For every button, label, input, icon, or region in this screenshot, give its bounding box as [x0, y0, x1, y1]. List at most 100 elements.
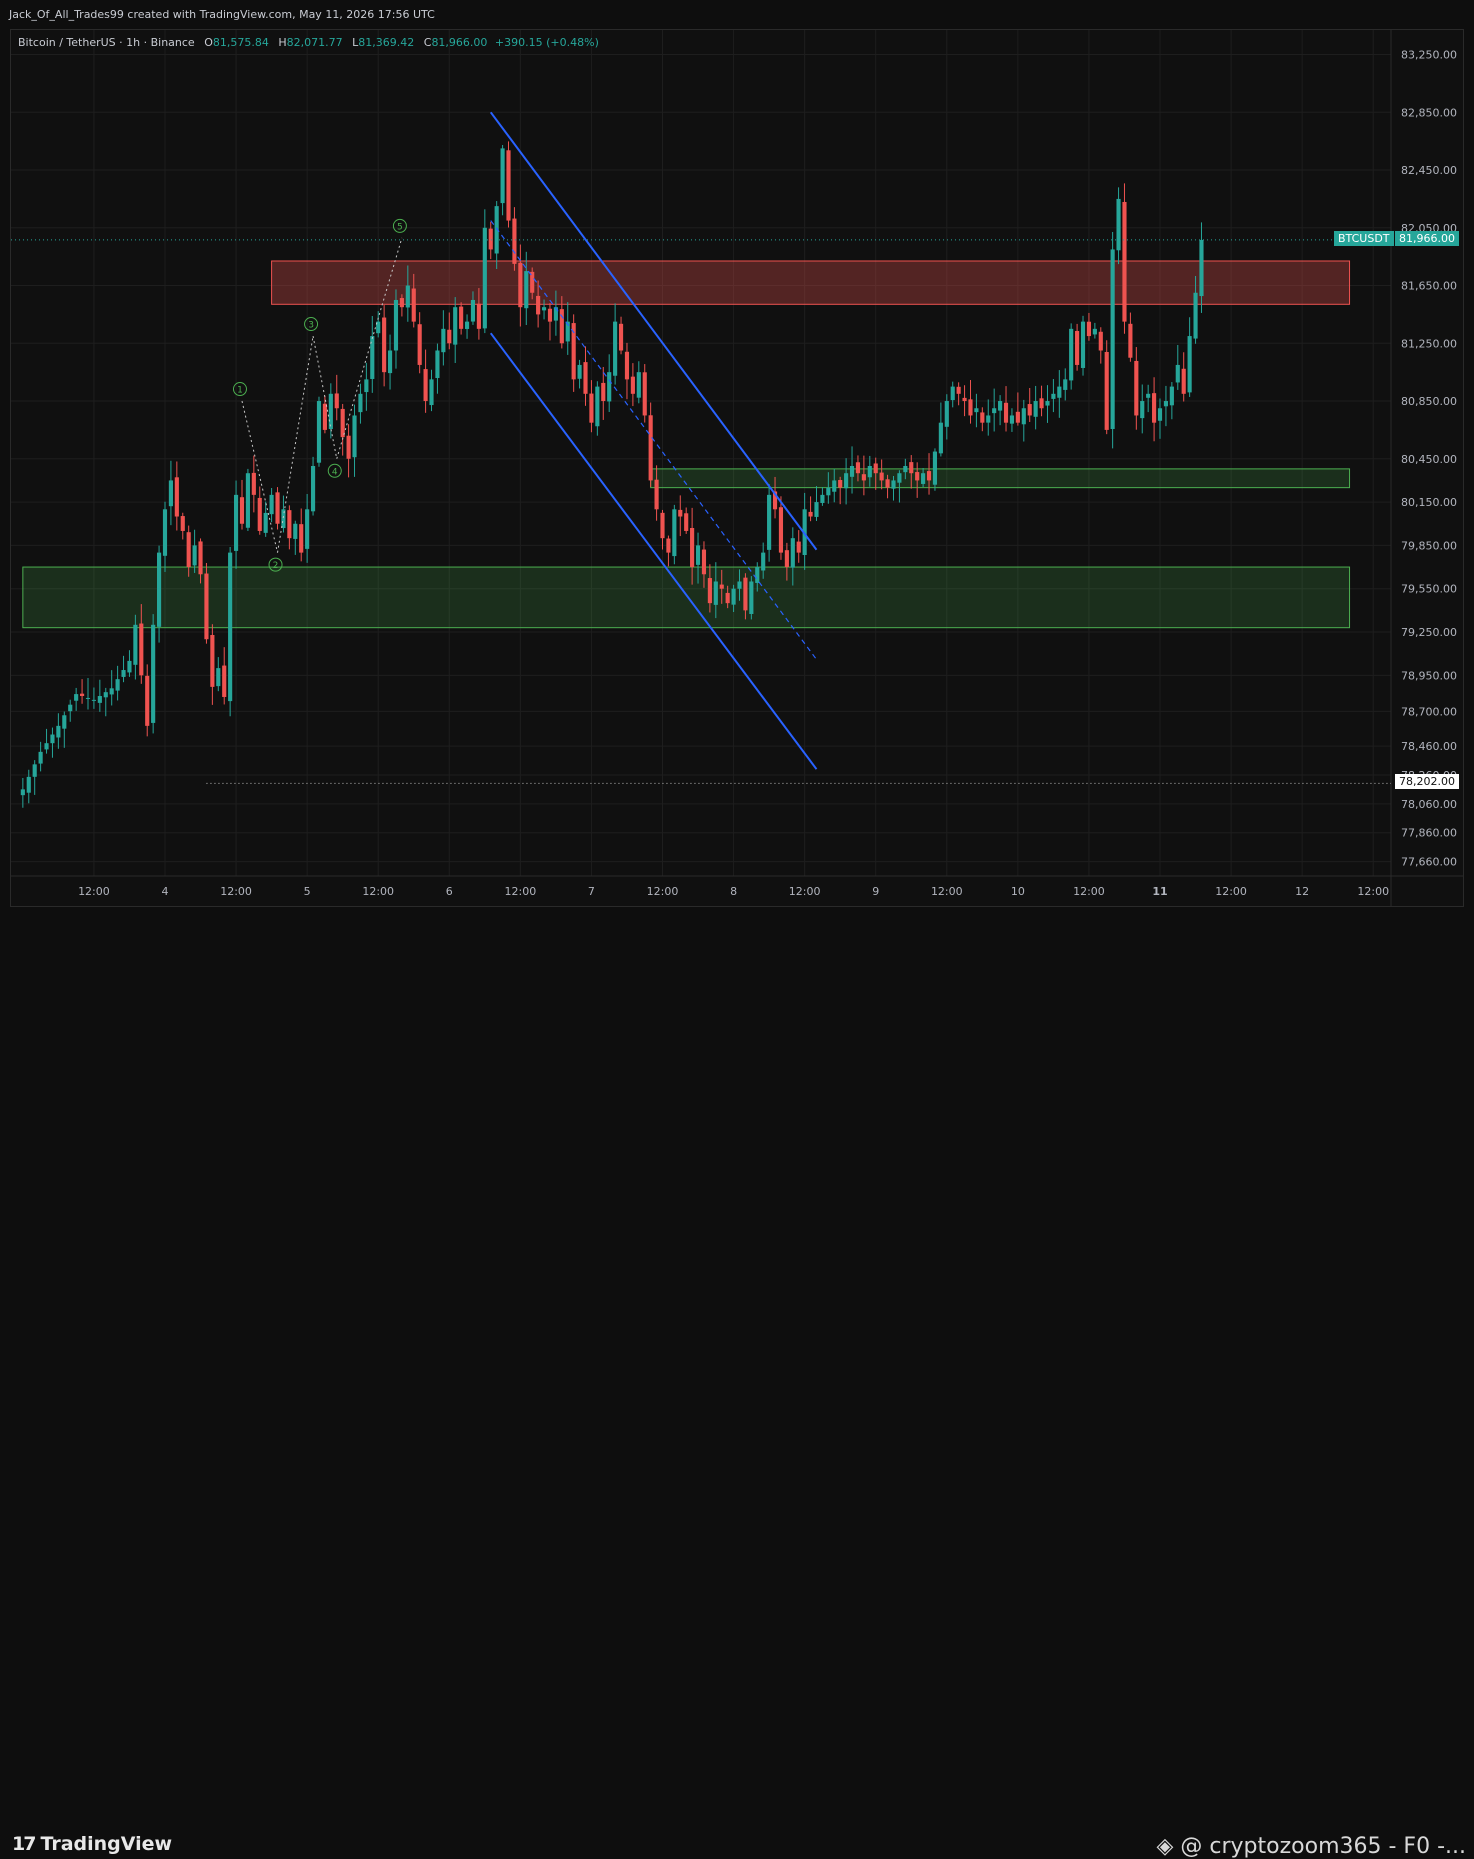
candle-body — [263, 512, 268, 533]
candle-body — [838, 480, 843, 488]
candle-body — [470, 299, 476, 322]
candle-body — [1039, 398, 1044, 409]
candle-body — [1199, 239, 1204, 297]
low-price-tag: 78,202.00 — [1395, 774, 1459, 790]
candle-body — [672, 509, 677, 557]
candle-body — [968, 399, 973, 416]
candle-body — [56, 725, 61, 738]
candle-body — [903, 465, 908, 473]
candle-body — [133, 624, 138, 665]
price-tick-label: 80,150.00 — [1401, 496, 1457, 509]
candle-body — [305, 509, 310, 549]
candle-body — [808, 511, 813, 517]
zone-support-minor — [650, 468, 1351, 489]
candle-body — [1175, 364, 1180, 383]
time-tick-label: 12:00 — [362, 885, 394, 898]
candle-body — [1163, 401, 1169, 407]
tradingview-logo-icon: 17 — [12, 1833, 36, 1855]
time-tick-label: 7 — [588, 885, 595, 898]
candle-body — [68, 704, 73, 712]
zone-resistance — [271, 260, 1351, 305]
candle-body — [429, 379, 434, 406]
candle-body — [642, 372, 647, 416]
candle-body — [74, 694, 79, 701]
candle-body — [690, 528, 695, 568]
candle-body — [488, 228, 493, 250]
wave-label-4: 4 — [332, 467, 338, 477]
candle-body — [275, 492, 280, 524]
candle-body — [849, 465, 855, 477]
candle-body — [784, 550, 789, 568]
price-tick-label: 80,450.00 — [1401, 453, 1457, 466]
candle-body — [151, 624, 156, 723]
time-tick-label: 4 — [161, 885, 168, 898]
candle-body — [287, 510, 292, 539]
candle-body — [1122, 201, 1127, 322]
change-value: +390.15 (+0.48%) — [494, 36, 599, 49]
candle-body — [1015, 411, 1020, 423]
candle-body — [423, 369, 428, 402]
candle-body — [50, 734, 55, 744]
top-bar: Jack_Of_All_Trades99 created with Tradin… — [0, 0, 1474, 30]
candle-body — [743, 577, 748, 611]
candle-body — [909, 462, 914, 474]
candle-body — [281, 509, 286, 529]
attribution-text: Jack_Of_All_Trades99 created with Tradin… — [9, 8, 435, 21]
candle-body — [506, 150, 511, 221]
candle-body — [950, 386, 955, 401]
candle-body — [222, 665, 227, 697]
candle-body — [1069, 328, 1074, 381]
open-label: O — [204, 36, 213, 49]
price-tick-label: 79,850.00 — [1401, 539, 1457, 552]
candle-body — [38, 751, 43, 764]
candle-body — [873, 463, 878, 474]
candle-body — [1128, 323, 1133, 358]
tradingview-logo[interactable]: 17 TradingView — [12, 1833, 172, 1855]
channel-lower-line — [489, 332, 818, 770]
candle-body — [121, 670, 126, 677]
candle-body — [1051, 393, 1056, 399]
price-tick-label: 81,250.00 — [1401, 337, 1457, 350]
price-tick-label: 78,060.00 — [1401, 798, 1457, 811]
candle-body — [1146, 393, 1151, 398]
candle-body — [139, 623, 144, 676]
candle-body — [926, 471, 932, 481]
candle-body — [239, 497, 245, 524]
candle-body — [447, 329, 452, 344]
time-tick-label: 12:00 — [931, 885, 963, 898]
candle-body — [435, 350, 440, 379]
candle-body — [1021, 408, 1026, 425]
candle-body — [719, 584, 724, 589]
candle-body — [607, 372, 612, 402]
candle-body — [1045, 401, 1050, 406]
candle-body — [867, 465, 872, 478]
candle-body — [358, 393, 363, 413]
candle-body — [684, 513, 689, 531]
chart-panel[interactable]: 1 2 3 4 5 83,250.00 82,850.00 82,450.00 82,050.0… — [10, 29, 1464, 907]
candlestick-chart[interactable]: 1234583,250.0082,850.0082,450.0082,050.0… — [11, 30, 1463, 906]
price-tick-label: 80,850.00 — [1401, 395, 1457, 408]
candle-body — [228, 552, 233, 702]
candle-body — [1193, 292, 1198, 339]
time-tick-label: 12:00 — [78, 885, 110, 898]
candle-body — [204, 573, 209, 640]
time-tick-label: 12:00 — [1357, 885, 1389, 898]
candle-body — [91, 699, 96, 701]
candle-body — [334, 393, 339, 409]
candle-body — [755, 567, 760, 583]
candle-body — [956, 386, 961, 394]
candle-body — [1157, 408, 1163, 421]
candle-body — [85, 697, 91, 699]
candle-body — [636, 372, 641, 398]
price-tick-label: 78,460.00 — [1401, 740, 1457, 753]
candle-body — [713, 581, 718, 605]
price-tick-label: 82,850.00 — [1401, 106, 1457, 119]
candle-body — [405, 285, 410, 308]
candle-body — [879, 472, 884, 481]
ohlc-legend: Bitcoin / TetherUS · 1h · Binance O81,57… — [18, 36, 599, 49]
candle-body — [1075, 331, 1080, 365]
candle-body — [536, 295, 541, 315]
candle-body — [1104, 351, 1109, 430]
candle-body — [767, 494, 772, 550]
candle-body — [660, 512, 665, 539]
